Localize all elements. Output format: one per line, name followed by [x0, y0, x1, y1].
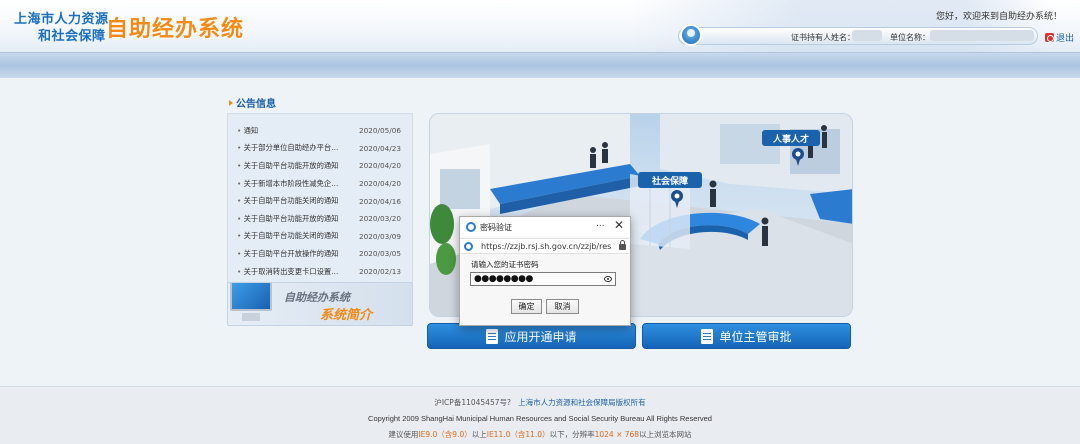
notice-item-title: 关于自助平台功能关闭的通知: [237, 231, 339, 241]
org-name-line2: 和社会保障: [38, 29, 106, 44]
cancel-button[interactable]: 取消: [546, 299, 579, 314]
footer: 沪ICP备11045457号? 上海市人力资源和社会保障局版权所有 Copyri…: [0, 386, 1080, 444]
notice-item-date: 2020/04/23: [358, 143, 401, 153]
social-security-label: 社会保障: [651, 175, 688, 187]
icp-number: 沪ICP备11045457号?: [434, 398, 511, 407]
notice-item-title: 关于自助平台功能开放的通知: [237, 161, 339, 171]
resolution-value: 1024 × 768: [594, 430, 640, 439]
footer-browser-requirements: 建议使用IE9.0（含9.0）以上IE11.0（含11.0）以下，分辨率1024…: [0, 429, 1080, 440]
arrow-right-icon: [229, 99, 233, 106]
ie-new-version: IE11.0（含11.0）: [486, 430, 550, 439]
dialog-titlebar: 密码验证 ... ✕: [460, 217, 630, 237]
req-text-2: 以上: [471, 430, 487, 439]
certificate-holder-value: [852, 30, 882, 41]
notice-item[interactable]: 关于自助平台开放操作的通知 2020/03/05: [228, 245, 412, 263]
browser-icon: [466, 222, 476, 232]
notice-item[interactable]: 关于新增本市阶段性减免企… 2020/04/20: [228, 175, 412, 193]
notice-item-date: 2020/02/13: [358, 267, 401, 277]
copyright-owner-link[interactable]: 上海市人力资源和社会保障局版权所有: [518, 398, 646, 407]
notice-item[interactable]: 关于自助平台功能开放的通知 2020/04/20: [228, 157, 412, 175]
notice-item[interactable]: 关于自助平台功能开放的通知 2020/03/20: [228, 210, 412, 228]
monitor-stand: [242, 313, 260, 321]
notice-item[interactable]: 关于取消转出变更卡口设置… 2020/02/13: [228, 263, 412, 281]
user-avatar-icon: [680, 24, 702, 46]
req-text-3: 以下，分辨率: [549, 430, 595, 439]
system-title: 自助经办系统: [106, 17, 245, 42]
notice-item-date: 2020/04/20: [358, 179, 401, 189]
footer-copyright: Copyright 2009 ShangHai Municipal Human …: [368, 414, 712, 423]
notice-item-title: 关于取消转出变更卡口设置…: [237, 267, 339, 277]
power-icon: [1045, 33, 1054, 42]
password-field[interactable]: ●●●●●●●●: [470, 272, 616, 286]
notice-item[interactable]: 关于自助平台功能关闭的通知 2020/03/09: [228, 228, 412, 246]
apply-service-button[interactable]: 应用开通申请: [427, 323, 636, 349]
password-mask: ●●●●●●●●: [474, 274, 533, 284]
footer-icp-line: 沪ICP备11045457号? 上海市人力资源和社会保障局版权所有: [0, 397, 1080, 408]
document-icon: [486, 328, 499, 344]
notice-item-date: 2020/03/05: [358, 249, 401, 259]
password-prompt: 请输入您的证书密码: [471, 260, 539, 269]
dialog-url-bar: https://zzjb.rsj.sh.gov.cn/zzjb/res: [461, 238, 629, 254]
ok-button[interactable]: 确定: [511, 299, 542, 314]
unit-name-label: 单位名称：: [890, 33, 930, 42]
notice-item-title: 通知: [237, 126, 259, 136]
nav-band: [0, 52, 1080, 78]
notice-item-title: 关于自助平台功能关闭的通知: [237, 196, 339, 206]
close-icon[interactable]: ✕: [614, 218, 624, 232]
certificate-holder-label: 证书持有人姓名：: [791, 33, 855, 42]
more-options-icon[interactable]: ...: [596, 219, 605, 229]
notice-item-date: 2020/04/20: [358, 161, 401, 171]
intro-line2: 系统简介: [320, 308, 373, 323]
notice-item-date: 2020/05/06: [358, 126, 401, 136]
notice-item-title: 关于部分单位自助经办平台…: [237, 143, 339, 153]
notice-item-title: 关于新增本市阶段性减免企…: [237, 179, 339, 189]
unit-name-value: [930, 30, 1034, 41]
notice-item-date: 2020/03/20: [358, 214, 401, 224]
eye-icon[interactable]: [604, 276, 612, 282]
browser-icon: [464, 242, 473, 251]
logout-label: 退出: [1056, 34, 1075, 44]
apply-label: 应用开通申请: [504, 329, 577, 344]
intro-line1: 自助经办系统: [284, 291, 350, 304]
notice-item-title: 关于自助平台功能开放的通知: [237, 214, 339, 224]
ie-old-version: IE9.0（含9.0）: [418, 430, 472, 439]
notice-title-text: 公告信息: [236, 99, 276, 110]
supervisor-approval-button[interactable]: 单位主管审批: [642, 323, 851, 349]
notice-item-date: 2020/04/16: [358, 196, 401, 206]
lock-icon: [619, 240, 626, 250]
dialog-url: https://zzjb.rsj.sh.gov.cn/zzjb/res: [481, 242, 612, 251]
header: 上海市人力资源 和社会保障 自助经办系统 您好，欢迎来到自助经办系统！ 证书持有…: [0, 0, 1080, 52]
notice-panel: 通知 2020/05/06 关于部分单位自助经办平台… 2020/04/23 关于自助平…: [227, 113, 413, 283]
notice-item[interactable]: 关于部分单位自助经办平台… 2020/04/23: [228, 140, 412, 158]
system-intro-banner[interactable]: 自助经办系统 系统简介: [227, 282, 413, 326]
notice-list: 通知 2020/05/06 关于部分单位自助经办平台… 2020/04/23 关于自助平…: [228, 114, 412, 280]
notice-item-title: 关于自助平台开放操作的通知: [237, 249, 339, 259]
hr-talent-label: 人事人才: [772, 133, 809, 145]
req-text-1: 建议使用: [388, 430, 419, 439]
monitor-icon: [230, 283, 272, 311]
dialog-title: 密码验证: [480, 223, 512, 232]
document-icon: [701, 328, 714, 344]
welcome-text: 您好，欢迎来到自助经办系统！: [936, 12, 1063, 22]
req-text-4: 以上浏览本网站: [639, 430, 692, 439]
notice-item-date: 2020/03/09: [358, 231, 401, 241]
password-dialog: 密码验证 ... ✕ https://zzjb.rsj.sh.gov.cn/zz…: [459, 216, 631, 326]
notice-section-title: 公告信息: [229, 95, 276, 110]
notice-item[interactable]: 通知 2020/05/06: [228, 122, 412, 140]
notice-item[interactable]: 关于自助平台功能关闭的通知 2020/04/16: [228, 192, 412, 210]
approve-label: 单位主管审批: [719, 329, 792, 344]
logout-button[interactable]: 退出: [1045, 31, 1074, 44]
